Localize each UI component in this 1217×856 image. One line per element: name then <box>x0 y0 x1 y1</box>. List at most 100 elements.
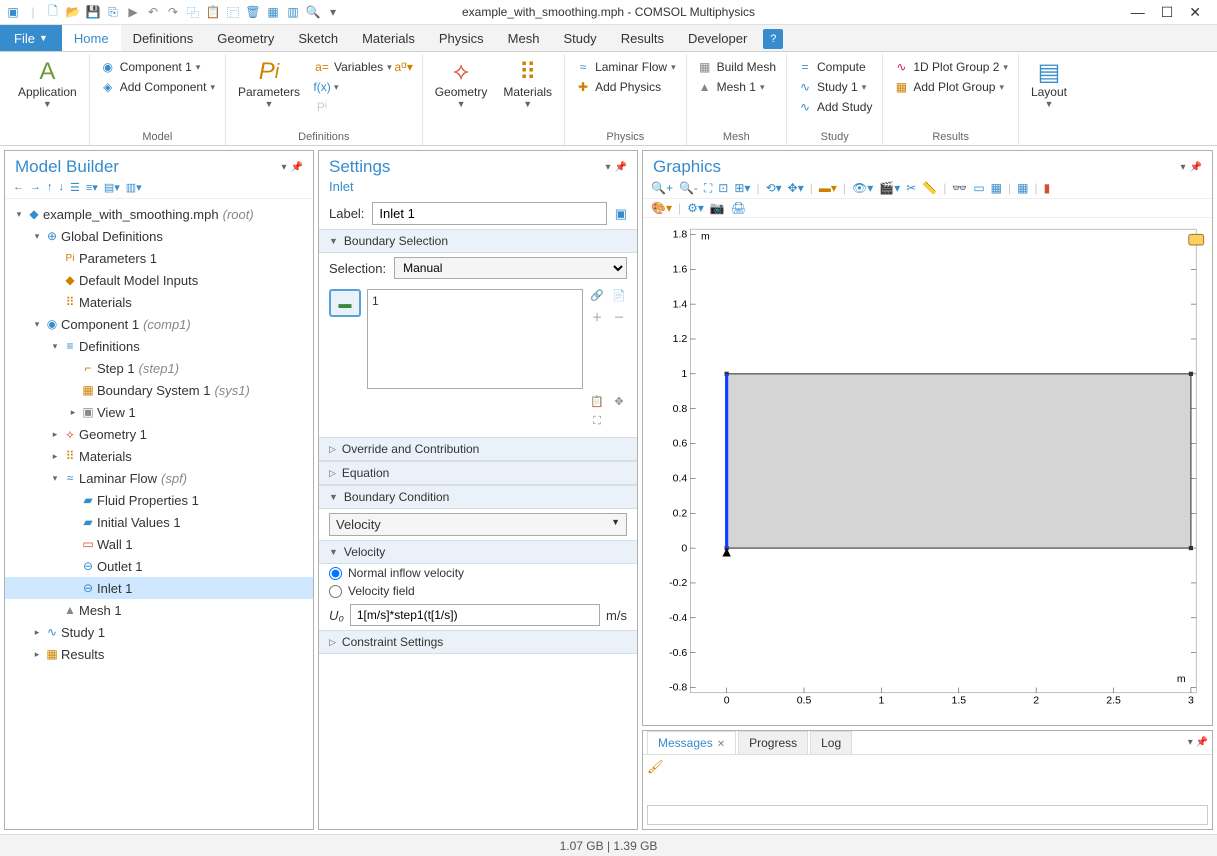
component-button[interactable]: ◉Component 1 ▾ <box>96 58 219 76</box>
compute-button[interactable]: =Compute <box>793 58 876 76</box>
sel-add-icon[interactable]: ＋ <box>589 309 605 325</box>
variables-button[interactable]: a=Variables ▾ aα▾ <box>310 58 416 76</box>
tree-node[interactable]: ▾≡Definitions <box>5 335 313 357</box>
model-tree[interactable]: ▾◆example_with_smoothing.mph(root)▾⊕Glob… <box>5 199 313 829</box>
list-icon[interactable]: ▤▾ <box>104 181 120 194</box>
sel-copy-icon[interactable]: 📄 <box>611 289 627 305</box>
zoom-dd-icon[interactable]: ⊞▾ <box>734 181 750 196</box>
select-icon[interactable]: ▬▾ <box>819 181 837 196</box>
tree-node[interactable]: ▰Initial Values 1 <box>5 511 313 533</box>
legend-icon[interactable]: ▮ <box>1044 181 1051 196</box>
clip-icon[interactable]: ✂ <box>906 181 916 196</box>
tree-node[interactable]: ▸▣View 1 <box>5 401 313 423</box>
print-icon[interactable]: 🖨 <box>731 201 746 215</box>
tree-node[interactable]: ◆Default Model Inputs <box>5 269 313 291</box>
label-goto-icon[interactable]: ▣ <box>615 206 627 222</box>
nav-back-icon[interactable]: ← <box>13 181 24 194</box>
plot-area[interactable]: -0.8-0.6-0.4-0.200.20.40.60.811.21.41.61… <box>643 218 1212 725</box>
tree-node[interactable]: ▦Boundary System 1(sys1) <box>5 379 313 401</box>
snapshot-dd-icon[interactable]: ⚙▾ <box>687 201 704 215</box>
tree-node[interactable]: ▸∿Study 1 <box>5 621 313 643</box>
redo-icon[interactable]: ↷ <box>164 3 182 21</box>
case-icon[interactable]: aα▾ <box>396 60 412 74</box>
saveall-icon[interactable]: ⎘ <box>104 3 122 21</box>
label-input[interactable] <box>372 202 606 225</box>
wireframe-icon[interactable]: ▦ <box>991 181 1002 196</box>
add-plot-button[interactable]: ▦Add Plot Group ▾ <box>889 78 1012 96</box>
laminar-flow-button[interactable]: ≈Laminar Flow ▾ <box>571 58 680 76</box>
constraint-header[interactable]: ▷Constraint Settings <box>319 630 637 654</box>
equation-header[interactable]: ▷Equation <box>319 461 637 485</box>
tree-node[interactable]: ⌐Step 1(step1) <box>5 357 313 379</box>
brush-icon[interactable]: 🖌 <box>647 759 664 774</box>
panel-menu-icon[interactable]: ▾ <box>606 162 611 173</box>
zoom-out-icon[interactable]: 🔍- <box>679 181 698 196</box>
tree-node[interactable]: ▸⠿Materials <box>5 445 313 467</box>
override-header[interactable]: ▷Override and Contribution <box>319 437 637 461</box>
minimize-button[interactable]: — <box>1131 4 1145 21</box>
fx-button[interactable]: f(x)▾ <box>310 78 416 96</box>
tree-node[interactable]: ⠿Materials <box>5 291 313 313</box>
tab-messages[interactable]: Messages✕ <box>647 731 736 754</box>
tree-node[interactable]: ▭Wall 1 <box>5 533 313 555</box>
show-icon[interactable]: ▭ <box>973 181 984 196</box>
sel-remove-icon[interactable]: － <box>611 309 627 325</box>
open-icon[interactable]: 📂 <box>64 3 82 21</box>
panel-menu-icon[interactable]: ▾ <box>1188 737 1193 748</box>
menu-tab-materials[interactable]: Materials <box>350 25 427 51</box>
undo-icon[interactable]: ↶ <box>144 3 162 21</box>
panel-pin-icon[interactable]: 📌 <box>615 162 627 173</box>
add-study-button[interactable]: ∿Add Study <box>793 98 876 116</box>
camera-icon[interactable]: 📷 <box>710 201 725 215</box>
grid-icon[interactable]: ▦ <box>1017 181 1028 196</box>
sel-move-icon[interactable]: ✥ <box>611 395 627 411</box>
palette-icon[interactable]: 🎨▾ <box>651 201 672 215</box>
build-mesh-button[interactable]: ▦Build Mesh <box>693 58 780 76</box>
normal-inflow-radio[interactable] <box>329 567 342 580</box>
menu-tab-geometry[interactable]: Geometry <box>205 25 286 51</box>
copy-icon[interactable]: ⿻ <box>184 3 202 21</box>
nav-down-icon[interactable]: ↓ <box>59 181 65 194</box>
selection-toggle[interactable]: ▬ <box>329 289 361 317</box>
boundary-condition-header[interactable]: ▼Boundary Condition <box>319 485 637 509</box>
add-component-button[interactable]: ◈Add Component ▾ <box>96 78 219 96</box>
qat-btn3-icon[interactable]: 🔍 <box>304 3 322 21</box>
hide-icon[interactable]: 👓 <box>952 181 967 196</box>
view-icon[interactable]: 👁▾ <box>852 181 873 196</box>
menu-tab-developer[interactable]: Developer <box>676 25 759 51</box>
duplicate-icon[interactable]: ⿸ <box>224 3 242 21</box>
tree-node[interactable]: ▾◆example_with_smoothing.mph(root) <box>5 203 313 225</box>
filter-icon[interactable]: ▥▾ <box>126 181 142 194</box>
tree-node[interactable]: ⊖Outlet 1 <box>5 555 313 577</box>
save-icon[interactable]: 💾 <box>84 3 102 21</box>
tree-node[interactable]: ▸⟡Geometry 1 <box>5 423 313 445</box>
tab-progress[interactable]: Progress <box>738 731 808 754</box>
study1-button[interactable]: ∿Study 1 ▾ <box>793 78 876 96</box>
file-menu[interactable]: File ▼ <box>0 25 62 51</box>
tree-node[interactable]: ▲Mesh 1 <box>5 599 313 621</box>
nav-fwd-icon[interactable]: → <box>30 181 41 194</box>
zoom-box-icon[interactable]: ⛶ <box>704 181 712 196</box>
qat-more-icon[interactable]: ▾ <box>324 3 342 21</box>
collapse-icon[interactable]: ☰ <box>70 181 80 194</box>
boundary-selection-header[interactable]: ▼Boundary Selection <box>319 229 637 253</box>
boundary-condition-dropdown[interactable]: Velocity▼ <box>329 513 627 536</box>
delete-icon[interactable]: 🗑 <box>244 3 262 21</box>
geometry-button[interactable]: ⟡Geometry▼ <box>429 54 494 113</box>
panel-pin-icon[interactable]: 📌 <box>291 162 303 173</box>
sel-zoom-icon[interactable]: ⛶ <box>589 415 605 431</box>
close-tab-icon[interactable]: ✕ <box>717 739 725 750</box>
selection-dropdown[interactable]: Manual <box>394 257 627 279</box>
measure-icon[interactable]: 📏 <box>922 181 937 196</box>
menu-tab-study[interactable]: Study <box>551 25 608 51</box>
layout-button[interactable]: ▤Layout▼ <box>1025 54 1073 113</box>
panel-pin-icon[interactable]: 📌 <box>1196 737 1208 748</box>
menu-tab-mesh[interactable]: Mesh <box>496 25 552 51</box>
panel-pin-icon[interactable]: 📌 <box>1190 162 1202 173</box>
u0-input[interactable] <box>350 604 600 626</box>
expand-icon[interactable]: ≡▾ <box>86 181 98 194</box>
close-button[interactable]: ✕ <box>1189 4 1201 21</box>
menu-tab-physics[interactable]: Physics <box>427 25 496 51</box>
nav-up-icon[interactable]: ↑ <box>47 181 53 194</box>
mesh1-button[interactable]: ▲Mesh 1 ▾ <box>693 78 780 96</box>
